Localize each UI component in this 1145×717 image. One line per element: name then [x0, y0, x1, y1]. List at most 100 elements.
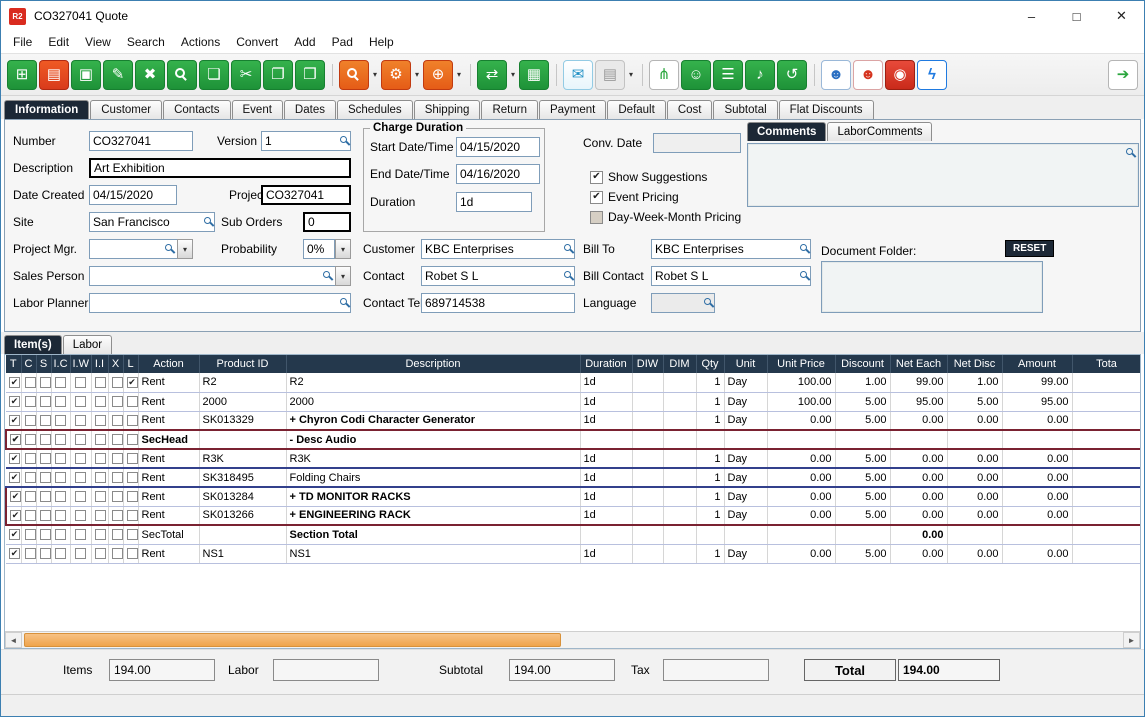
menu-view[interactable]: View — [77, 33, 119, 51]
cell-net-disc[interactable]: 0.00 — [947, 544, 1002, 563]
cell-duration[interactable]: 1d — [580, 411, 632, 430]
tab-payment[interactable]: Payment — [539, 100, 606, 119]
document-folder-textarea[interactable] — [821, 261, 1043, 313]
minimize-button[interactable]: – — [1009, 1, 1054, 31]
row-checkbox-c[interactable]: ✔ — [21, 544, 36, 563]
tab-comments[interactable]: Comments — [747, 122, 826, 141]
cell-net-disc[interactable]: 0.00 — [947, 411, 1002, 430]
row-checkbox-ic[interactable]: ✔ — [51, 487, 70, 506]
row-checkbox-x[interactable]: ✔ — [108, 487, 123, 506]
print-preview-button[interactable]: ▤ — [595, 60, 625, 90]
cell-diw[interactable] — [632, 544, 663, 563]
tab-flat-discounts[interactable]: Flat Discounts — [779, 100, 874, 119]
camera-button[interactable]: ◉ — [885, 60, 915, 90]
column-header[interactable]: Unit Price — [767, 355, 835, 373]
cell-action[interactable]: SecTotal — [138, 525, 199, 544]
search-icon[interactable] — [165, 244, 172, 251]
cell-duration[interactable]: 1d — [580, 506, 632, 525]
cell-net-disc[interactable]: 0.00 — [947, 506, 1002, 525]
row-checkbox-ic[interactable]: ✔ — [51, 468, 70, 487]
sales-person-dropdown[interactable]: ▾ — [335, 266, 351, 286]
menu-edit[interactable]: Edit — [40, 33, 77, 51]
search-icon[interactable] — [1126, 148, 1133, 155]
cell-unit-price[interactable]: 100.00 — [767, 373, 835, 392]
project-input[interactable] — [261, 185, 351, 205]
row-checkbox-ic[interactable]: ✔ — [51, 449, 70, 468]
cell-dim[interactable] — [663, 468, 696, 487]
cell-unit[interactable]: Day — [724, 487, 767, 506]
sub-orders-input[interactable] — [303, 212, 351, 232]
sales-person-input[interactable] — [89, 266, 351, 286]
cell-action[interactable]: Rent — [138, 544, 199, 563]
cell-unit-price[interactable] — [767, 525, 835, 544]
column-header[interactable]: Product ID — [199, 355, 286, 373]
row-checkbox-ic[interactable]: ✔ — [51, 525, 70, 544]
cell-dim[interactable] — [663, 487, 696, 506]
contact-tel-input[interactable] — [421, 293, 575, 313]
cell-description[interactable]: Section Total — [286, 525, 580, 544]
search-icon[interactable] — [340, 298, 347, 305]
row-checkbox-ic[interactable]: ✔ — [51, 373, 70, 392]
cell-description[interactable]: + ENGINEERING RACK — [286, 506, 580, 525]
cell-amount[interactable]: 0.00 — [1002, 506, 1072, 525]
cell-net-disc[interactable]: 1.00 — [947, 373, 1002, 392]
cell-total[interactable] — [1072, 449, 1141, 468]
contact-log-button[interactable]: ☻ — [821, 60, 851, 90]
cell-action[interactable]: Rent — [138, 392, 199, 411]
cell-action[interactable]: Rent — [138, 411, 199, 430]
cell-product-id[interactable]: SK318495 — [199, 468, 286, 487]
cell-qty[interactable]: 1 — [696, 449, 724, 468]
cell-description[interactable]: NS1 — [286, 544, 580, 563]
row-checkbox-ii[interactable]: ✔ — [91, 449, 108, 468]
row-checkbox-x[interactable]: ✔ — [108, 506, 123, 525]
dropdown-caret-icon[interactable]: ▾ — [508, 54, 518, 95]
menu-pad[interactable]: Pad — [324, 33, 361, 51]
search-icon[interactable] — [204, 217, 211, 224]
tab-items[interactable]: Item(s) — [4, 335, 62, 354]
table-row[interactable]: ✔ ✔ ✔ ✔ ✔ ✔ ✔ ✔ SecHead - Desc Audio — [6, 430, 1141, 449]
search-icon[interactable] — [323, 271, 330, 278]
column-header[interactable]: Unit — [724, 355, 767, 373]
menu-search[interactable]: Search — [119, 33, 173, 51]
cell-unit[interactable]: Day — [724, 411, 767, 430]
cell-description[interactable]: + TD MONITOR RACKS — [286, 487, 580, 506]
cell-action[interactable]: Rent — [138, 468, 199, 487]
row-checkbox-l[interactable]: ✔ — [123, 525, 138, 544]
row-checkbox-t[interactable]: ✔ — [6, 373, 21, 392]
cell-description[interactable]: - Desc Audio — [286, 430, 580, 449]
row-checkbox-l[interactable]: ✔ — [123, 468, 138, 487]
cell-duration[interactable] — [580, 525, 632, 544]
row-checkbox-ii[interactable]: ✔ — [91, 544, 108, 563]
cell-net-each[interactable]: 0.00 — [890, 411, 947, 430]
tab-information[interactable]: Information — [4, 100, 89, 119]
audio-button[interactable]: ♪ — [745, 60, 775, 90]
row-checkbox-c[interactable]: ✔ — [21, 468, 36, 487]
row-checkbox-c[interactable]: ✔ — [21, 525, 36, 544]
row-checkbox-t[interactable]: ✔ — [6, 449, 21, 468]
cell-duration[interactable]: 1d — [580, 487, 632, 506]
row-checkbox-l[interactable]: ✔ — [123, 373, 138, 392]
cell-discount[interactable]: 5.00 — [835, 411, 890, 430]
row-checkbox-iw[interactable]: ✔ — [70, 525, 91, 544]
start-date-input[interactable] — [456, 137, 540, 157]
row-checkbox-l[interactable]: ✔ — [123, 449, 138, 468]
cell-total[interactable] — [1072, 506, 1141, 525]
row-checkbox-t[interactable]: ✔ — [6, 487, 21, 506]
cell-amount[interactable] — [1002, 430, 1072, 449]
cell-discount[interactable]: 5.00 — [835, 487, 890, 506]
cell-duration[interactable] — [580, 430, 632, 449]
column-header[interactable]: I.W — [70, 355, 91, 373]
tab-shipping[interactable]: Shipping — [414, 100, 481, 119]
cell-product-id[interactable]: R2 — [199, 373, 286, 392]
row-checkbox-t[interactable]: ✔ — [6, 544, 21, 563]
cell-net-each[interactable]: 0.00 — [890, 525, 947, 544]
cell-discount[interactable]: 5.00 — [835, 544, 890, 563]
cell-qty[interactable]: 1 — [696, 373, 724, 392]
row-checkbox-iw[interactable]: ✔ — [70, 373, 91, 392]
row-checkbox-ic[interactable]: ✔ — [51, 411, 70, 430]
search-icon[interactable] — [800, 244, 807, 251]
conv-date-input[interactable] — [653, 133, 741, 153]
search-icon[interactable] — [564, 244, 571, 251]
cell-description[interactable]: Folding Chairs — [286, 468, 580, 487]
number-input[interactable] — [89, 131, 193, 151]
